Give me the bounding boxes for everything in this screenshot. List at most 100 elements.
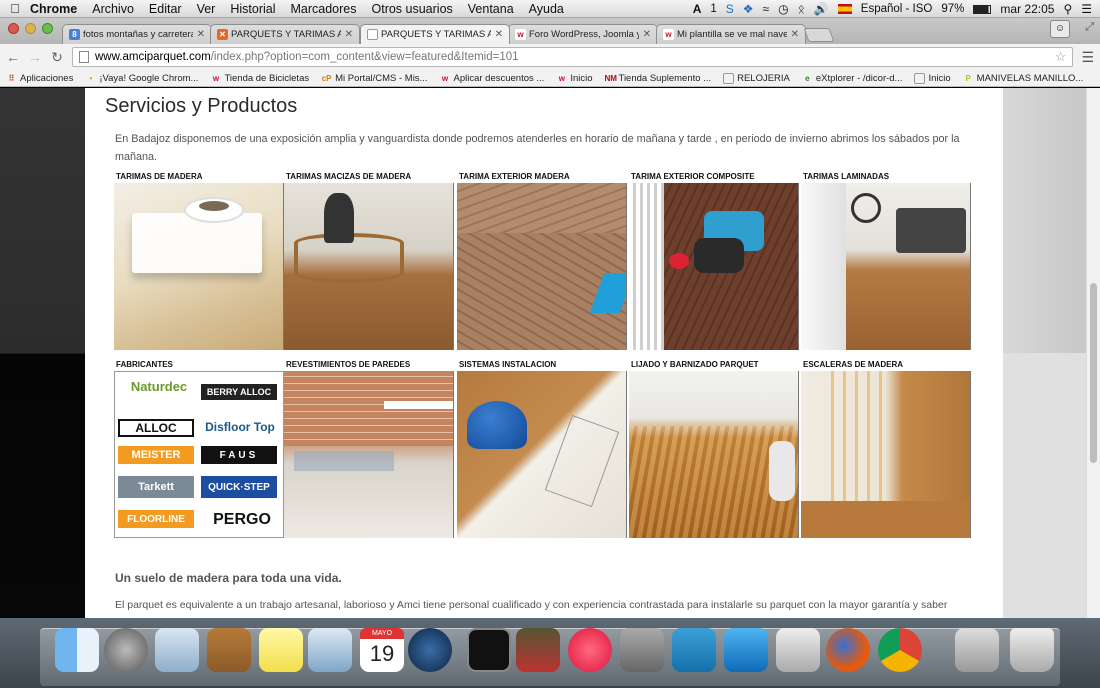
pergo-logo[interactable]: PERGO — [201, 510, 283, 530]
menu-marcadores[interactable]: Marcadores — [291, 2, 357, 16]
downloads-stack-icon[interactable] — [955, 628, 999, 672]
fabricantes-logos[interactable]: Naturdec BERRY ALLOC ALLOC Disfloor Top … — [114, 371, 284, 538]
bookmark-item[interactable]: Inicio — [914, 72, 951, 84]
menu-app-name[interactable]: Chrome — [30, 2, 77, 16]
system-preferences-icon[interactable] — [620, 628, 664, 672]
floorline-logo[interactable]: FLOORLINE — [118, 510, 194, 528]
tarima-composite-image[interactable] — [629, 183, 799, 350]
profile-icon[interactable]: ☺ — [1050, 20, 1070, 38]
app-store-icon[interactable] — [672, 628, 716, 672]
tab-2[interactable]: ✕ PARQUETS Y TARIMAS AMCI✕ — [210, 24, 360, 44]
spotlight-icon[interactable]: ⚲ — [1063, 2, 1072, 16]
product-tarimas-laminadas[interactable]: TARIMAS LAMINADAS — [801, 170, 971, 350]
dropbox-icon[interactable]: ❖ — [743, 2, 754, 16]
launchpad-icon[interactable] — [104, 628, 148, 672]
menu-otros-usuarios[interactable]: Otros usuarios — [372, 2, 453, 16]
product-sistemas-instalacion[interactable]: SISTEMAS INSTALACION — [457, 358, 627, 538]
close-icon[interactable]: ✕ — [345, 29, 353, 40]
itunes-icon[interactable] — [568, 628, 612, 672]
scrollbar-thumb[interactable] — [1090, 283, 1097, 463]
calendar-icon[interactable]: MAYO 19 — [360, 628, 404, 672]
address-bar[interactable]: www.amciparquet.com/index.php?option=com… — [72, 47, 1074, 67]
revestimientos-image[interactable] — [284, 371, 454, 538]
bookmark-item[interactable]: • ¡Vaya! Google Chrom... — [85, 73, 198, 84]
tab-4[interactable]: w Foro WordPress, Joomla y ... ✕ — [508, 24, 658, 44]
berryalloc-logo[interactable]: BERRY ALLOC — [201, 384, 277, 400]
lijado-barnizado-image[interactable] — [629, 371, 799, 538]
sistemas-instalacion-image[interactable] — [457, 371, 627, 538]
product-tarima-exterior-madera[interactable]: TARIMA EXTERIOR MADERA — [457, 170, 627, 350]
wifi-icon[interactable]: ≈ — [763, 2, 770, 16]
vertical-scrollbar[interactable] — [1086, 88, 1100, 618]
menu-ventana[interactable]: Ventana — [468, 2, 514, 16]
close-icon[interactable]: ✕ — [197, 29, 205, 40]
minimize-window-button[interactable] — [25, 23, 36, 34]
tab-1[interactable]: 8 fotos montañas y carreteras ✕ — [62, 24, 212, 44]
spain-flag-icon[interactable] — [837, 4, 852, 14]
contacts-icon[interactable] — [207, 628, 251, 672]
notes-icon[interactable] — [259, 628, 303, 672]
menu-ver[interactable]: Ver — [197, 2, 216, 16]
product-revestimientos[interactable]: REVESTIMIENTOS DE PAREDES — [284, 358, 454, 538]
disfloor-logo[interactable]: Disfloor Top — [199, 417, 281, 437]
bookmark-item[interactable]: RELOJERIA — [723, 72, 790, 84]
bookmark-item[interactable]: ⠿ Aplicaciones — [6, 73, 74, 84]
close-window-button[interactable] — [8, 23, 19, 34]
input-language[interactable]: Español - ISO — [861, 3, 933, 15]
product-lijado-barnizado[interactable]: LIJADO Y BARNIZADO PARQUET — [629, 358, 799, 538]
product-tarimas-madera[interactable]: TARIMAS DE MADERA — [114, 170, 284, 350]
tarima-exterior-madera-image[interactable] — [457, 183, 627, 350]
bookmark-item[interactable]: P MANIVELAS MANILLO... — [963, 73, 1084, 84]
back-icon[interactable]: ← — [6, 49, 20, 65]
bookmark-item[interactable]: w Tienda de Bicicletas — [210, 73, 309, 84]
reload-icon[interactable]: ↻ — [50, 49, 64, 66]
bookmark-item[interactable]: e eXtplorer - /dicor-d... — [802, 73, 902, 84]
menu-archivo[interactable]: Archivo — [92, 2, 134, 16]
bookmark-item[interactable]: w Aplicar descuentos ... — [439, 73, 544, 84]
fabricantes[interactable]: FABRICANTES Naturdec BERRY ALLOC ALLOC D… — [114, 358, 284, 538]
bookmark-item[interactable]: NM Tienda Suplemento ... — [605, 73, 712, 84]
bluetooth-icon[interactable]: ᛟ — [798, 2, 805, 16]
tab-5[interactable]: w Mi plantilla se ve mal nave... ✕ — [656, 24, 806, 44]
tarkett-logo[interactable]: Tarkett — [118, 476, 194, 498]
product-tarimas-macizas[interactable]: TARIMAS MACIZAS DE MADERA — [284, 170, 454, 350]
mail-icon[interactable] — [155, 628, 199, 672]
quickstep-logo[interactable]: QUICK·STEP — [201, 476, 277, 498]
bookmark-item[interactable]: w Inicio — [556, 73, 593, 84]
adobe-icon[interactable]: A — [693, 2, 702, 16]
battery-icon[interactable] — [973, 4, 992, 14]
new-tab-button[interactable] — [803, 28, 835, 42]
facetime-icon[interactable] — [408, 628, 452, 672]
close-icon[interactable]: ✕ — [495, 29, 503, 40]
volume-icon[interactable]: 🔊 — [814, 2, 829, 16]
tarimas-laminadas-image[interactable] — [801, 183, 971, 350]
photo-booth-icon[interactable] — [516, 628, 560, 672]
naturdec-logo[interactable]: Naturdec — [118, 376, 200, 396]
tarimas-madera-image[interactable] — [114, 183, 284, 350]
chrome-menu-icon[interactable]: ☰ — [1081, 49, 1094, 66]
zoom-window-button[interactable] — [42, 23, 53, 34]
notification-center-icon[interactable]: ☰ — [1081, 2, 1092, 16]
close-icon[interactable]: ✕ — [643, 29, 651, 40]
product-escaleras[interactable]: ESCALERAS DE MADERA — [801, 358, 971, 538]
escaleras-image[interactable] — [801, 371, 971, 538]
menu-historial[interactable]: Historial — [230, 2, 275, 16]
bookmark-item[interactable]: cP Mi Portal/CMS - Mis... — [321, 73, 428, 84]
product-tarima-composite[interactable]: TARIMA EXTERIOR COMPOSITE — [629, 170, 799, 350]
faus-logo[interactable]: FAUS — [201, 446, 277, 464]
finder-icon[interactable] — [55, 628, 99, 672]
tarimas-macizas-image[interactable] — [284, 183, 454, 350]
tab-3-active[interactable]: PARQUETS Y TARIMAS AMCI ✕ — [360, 24, 510, 44]
menu-ayuda[interactable]: Ayuda — [529, 2, 564, 16]
activity-monitor-icon[interactable] — [467, 628, 511, 672]
meister-logo[interactable]: MEISTER — [118, 446, 194, 464]
apple-icon[interactable]:  — [0, 1, 30, 16]
forward-icon[interactable]: → — [28, 49, 42, 65]
chrome-icon[interactable] — [878, 628, 922, 672]
preview-icon[interactable] — [308, 628, 352, 672]
alloc-logo[interactable]: ALLOC — [118, 419, 194, 437]
fullscreen-icon[interactable]: ⤢ — [1085, 21, 1094, 34]
scissors-app-icon[interactable] — [776, 628, 820, 672]
clock[interactable]: mar 22:05 — [1000, 2, 1054, 16]
bookmark-star-icon[interactable]: ☆ — [1055, 49, 1067, 65]
